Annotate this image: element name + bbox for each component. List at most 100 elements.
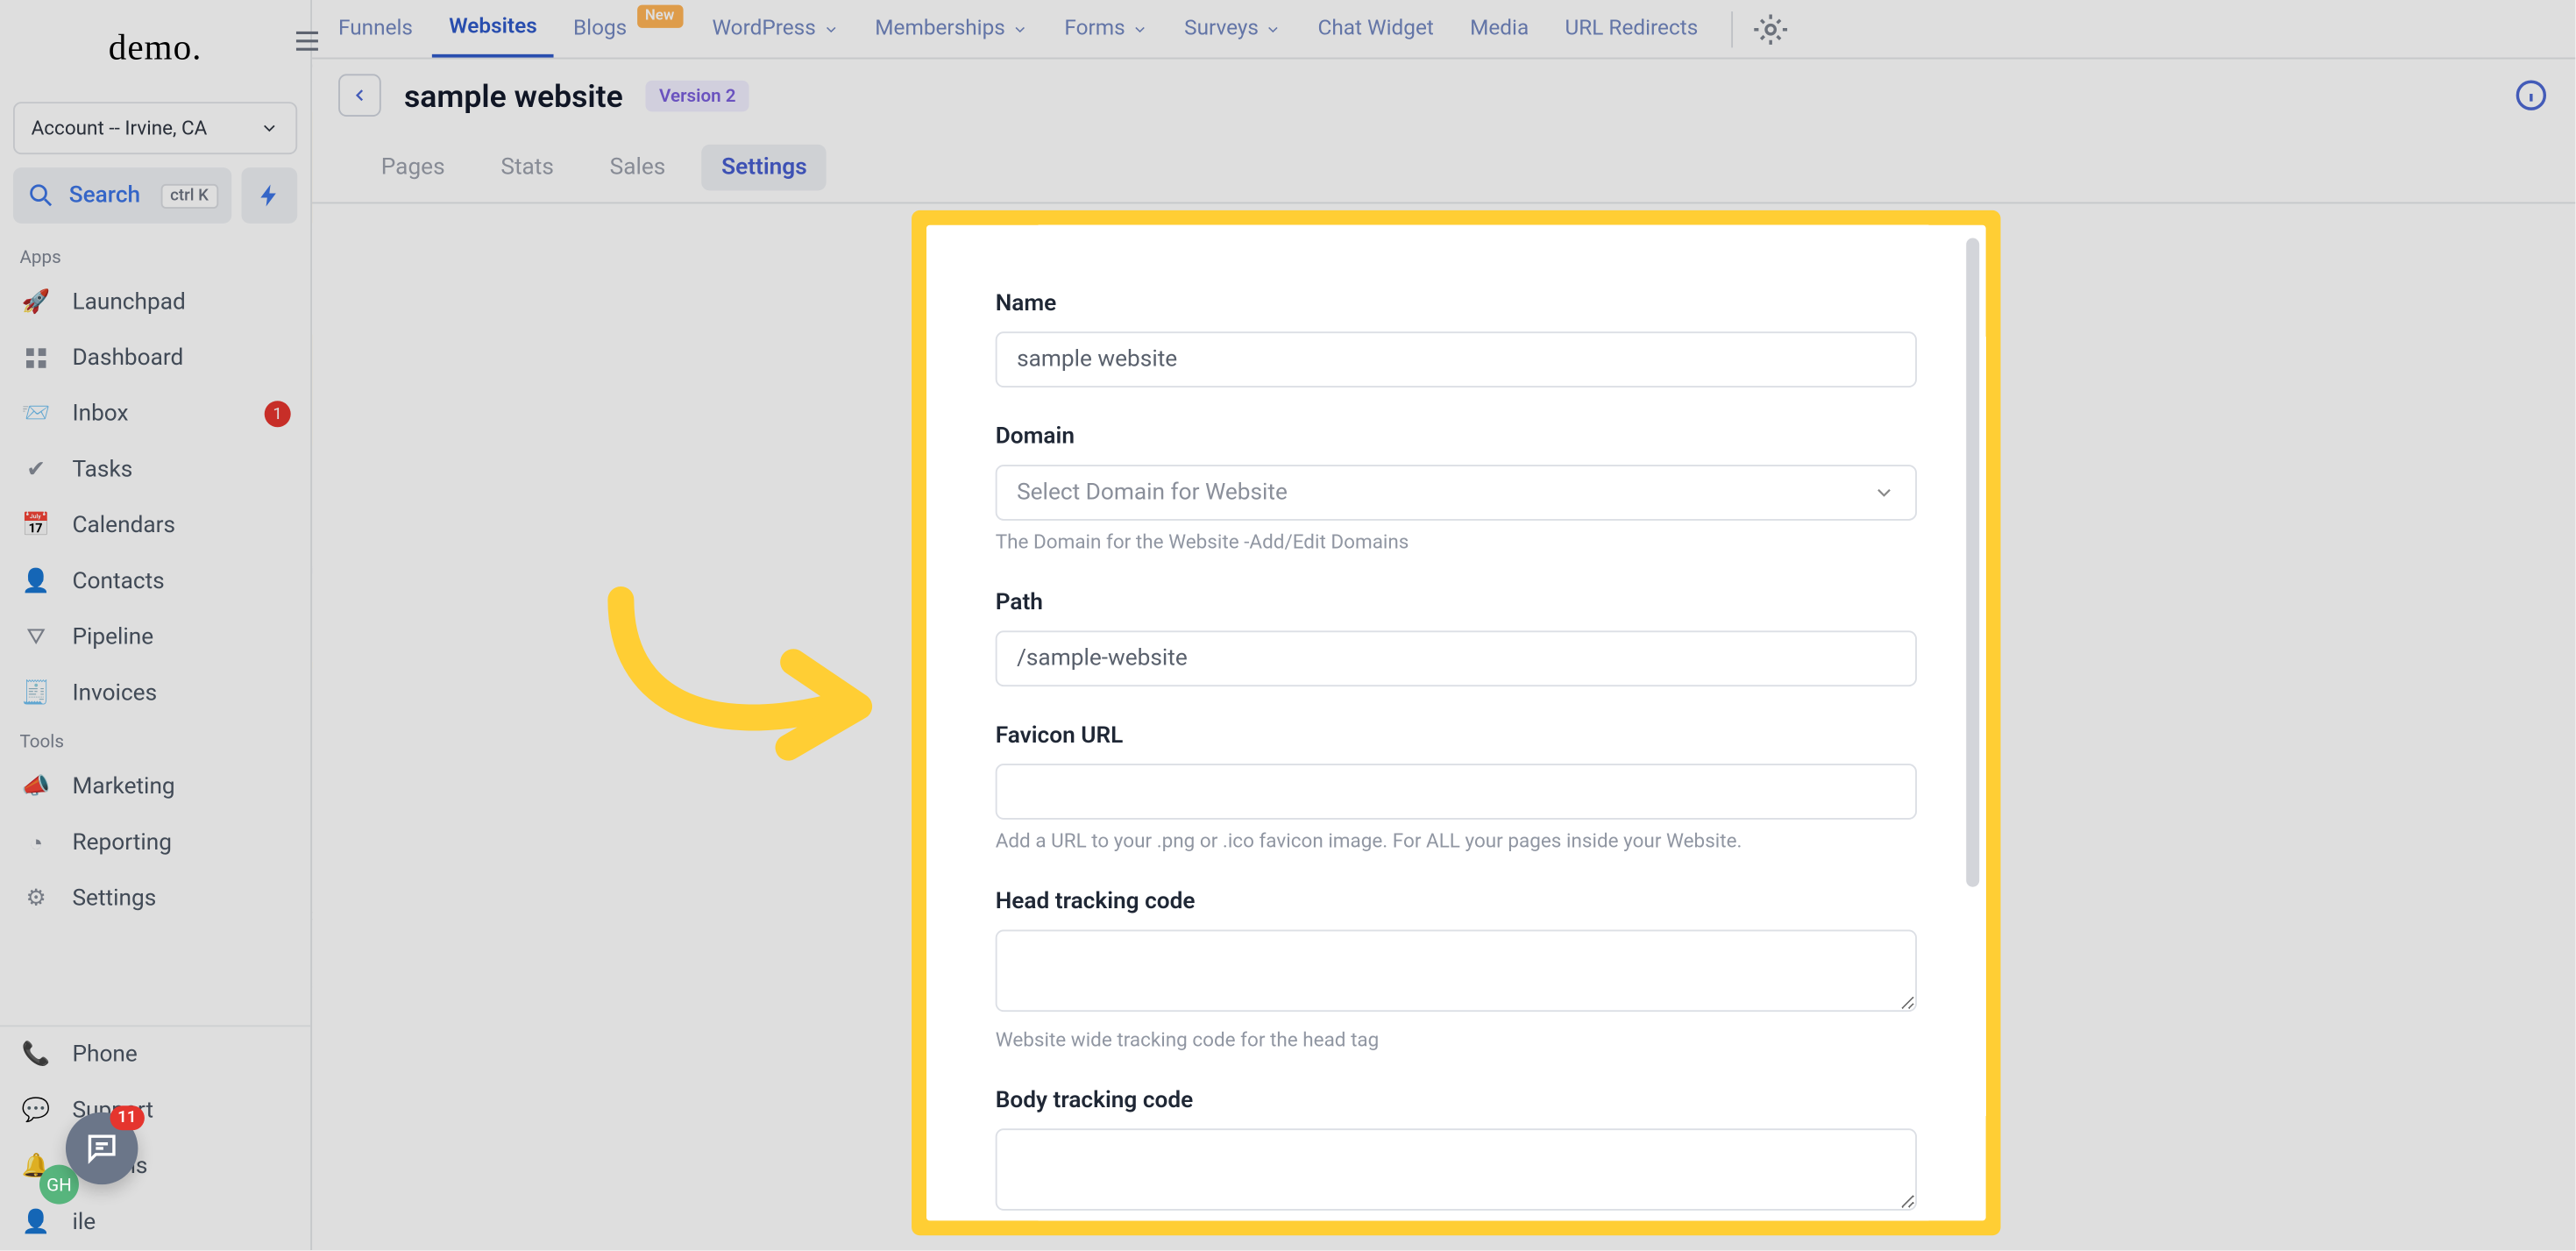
chevron-down-icon: [259, 118, 279, 138]
favicon-input[interactable]: [996, 764, 1917, 820]
sidebar-item-settings[interactable]: ⚙ Settings: [0, 871, 310, 927]
domain-help-link[interactable]: Add/Edit Domains: [1249, 530, 1409, 553]
scrollbar[interactable]: [1966, 238, 1979, 887]
sidebar-item-invoices[interactable]: 🧾 Invoices: [0, 665, 310, 721]
search-icon: [26, 181, 56, 210]
topnav-memberships[interactable]: Memberships: [859, 0, 1045, 58]
sidebar-item-support[interactable]: 💬 Support: [0, 1083, 310, 1139]
sidebar-item-label: Settings: [72, 885, 156, 912]
sidebar-item-label: Marketing: [72, 774, 174, 800]
chat-widget[interactable]: 11: [66, 1112, 138, 1184]
sidebar-item-label: Calendars: [72, 513, 175, 539]
sidebar-item-inbox[interactable]: 📨 Inbox 1: [0, 386, 310, 442]
name-label: Name: [996, 291, 1917, 317]
highlight-frame: Name Domain Select Domain for Website Th…: [912, 210, 2000, 1235]
gear-icon[interactable]: [1752, 11, 1788, 46]
subtab-sales[interactable]: Sales: [590, 144, 685, 189]
sidebar-item-label: Pipeline: [72, 624, 153, 650]
topnav-media[interactable]: Media: [1453, 0, 1545, 58]
check-icon: ✔: [19, 453, 52, 486]
sidebar-item-label: Invoices: [72, 680, 157, 707]
chevron-down-icon: [1011, 20, 1028, 37]
sidebar-item-contacts[interactable]: 👤 Contacts: [0, 554, 310, 610]
body-tracking-label: Body tracking code: [996, 1088, 1917, 1114]
topnav-chat-widget[interactable]: Chat Widget: [1302, 0, 1451, 58]
new-badge: New: [636, 4, 682, 27]
search-label: Search: [69, 182, 140, 209]
subtab-stats[interactable]: Stats: [481, 144, 574, 189]
inbox-badge: 1: [265, 401, 291, 427]
calendar-icon: 📅: [19, 509, 52, 542]
sidebar-item-profile[interactable]: 👤 ile: [0, 1194, 310, 1250]
chevron-down-icon: [1266, 20, 1282, 37]
sidebar-item-phone[interactable]: 📞 Phone: [0, 1027, 310, 1083]
topnav-websites[interactable]: Websites: [433, 0, 554, 58]
sidebar-item-dashboard[interactable]: Dashboard: [0, 331, 310, 387]
sidebar-item-label: Phone: [72, 1041, 137, 1068]
document-icon: 🧾: [19, 677, 52, 709]
topnav-url-redirects[interactable]: URL Redirects: [1549, 0, 1714, 58]
hamburger-icon: [291, 25, 323, 57]
sidebar-item-label: Tasks: [72, 457, 132, 483]
domain-help: The Domain for the Website -Add/Edit Dom…: [996, 530, 1917, 553]
chevron-down-icon: [1132, 20, 1148, 37]
sidebar-item-tasks[interactable]: ✔ Tasks: [0, 442, 310, 498]
path-label: Path: [996, 590, 1917, 616]
domain-select[interactable]: Select Domain for Website: [996, 465, 1917, 521]
topnav-surveys[interactable]: Surveys: [1167, 0, 1298, 58]
sidebar-item-reporting[interactable]: ◔ Reporting: [0, 815, 310, 871]
hamburger-button[interactable]: [282, 17, 331, 66]
head-tracking-input[interactable]: [996, 930, 1917, 1013]
subtab-pages[interactable]: Pages: [361, 144, 465, 189]
sidebar-item-label: Contacts: [72, 568, 164, 594]
sidebar: demo. Account -- Irvine, CA Search ctrl …: [0, 0, 312, 1250]
back-button[interactable]: [338, 74, 381, 117]
body-tracking-input[interactable]: [996, 1128, 1917, 1211]
sidebar-item-label: Launchpad: [72, 289, 185, 316]
logo: demo.: [0, 0, 310, 96]
top-nav: Funnels Websites Blogs New WordPress Mem…: [312, 0, 2575, 59]
subtabs: Pages Stats Sales Settings: [312, 131, 2575, 203]
inbox-icon: 📨: [19, 398, 52, 430]
path-input[interactable]: [996, 631, 1917, 687]
rocket-icon: 🚀: [19, 286, 52, 318]
topnav-wordpress[interactable]: WordPress: [696, 0, 855, 58]
chevron-down-icon: [822, 20, 839, 37]
search-button[interactable]: Search ctrl K: [13, 167, 231, 224]
chevron-down-icon: [1872, 481, 1895, 504]
side-group-tools: Tools: [0, 721, 310, 759]
head-tracking-help: Website wide tracking code for the head …: [996, 1028, 1917, 1051]
funnel-icon: ⛛: [19, 621, 52, 653]
topnav-blogs[interactable]: Blogs: [557, 0, 643, 58]
topnav-funnels[interactable]: Funnels: [322, 0, 429, 58]
name-input[interactable]: [996, 332, 1917, 388]
sidebar-item-calendars[interactable]: 📅 Calendars: [0, 498, 310, 554]
pie-icon: ◔: [19, 827, 52, 859]
sidebar-item-pipeline[interactable]: ⛛ Pipeline: [0, 609, 310, 665]
megaphone-icon: 📣: [19, 771, 52, 803]
version-badge: Version 2: [646, 80, 749, 111]
settings-panel: Name Domain Select Domain for Website Th…: [926, 225, 1986, 1221]
title-bar: sample website Version 2: [312, 59, 2575, 131]
favicon-help: Add a URL to your .png or .ico favicon i…: [996, 829, 1917, 852]
quick-action-button[interactable]: [241, 167, 297, 224]
domain-placeholder: Select Domain for Website: [1017, 480, 1288, 506]
topnav-forms[interactable]: Forms: [1048, 0, 1165, 58]
sidebar-item-marketing[interactable]: 📣 Marketing: [0, 759, 310, 815]
chevron-left-icon: [350, 85, 369, 104]
sidebar-item-label: Reporting: [72, 829, 171, 856]
favicon-label: Favicon URL: [996, 723, 1917, 750]
sidebar-item-label: Dashboard: [72, 345, 183, 372]
subtab-settings[interactable]: Settings: [702, 144, 827, 189]
person-icon: 👤: [19, 565, 52, 598]
sidebar-item-label: ile: [72, 1209, 96, 1235]
account-label: Account -- Irvine, CA: [32, 117, 208, 139]
page-title: sample website: [404, 76, 623, 114]
phone-icon: 📞: [19, 1038, 52, 1070]
account-selector[interactable]: Account -- Irvine, CA: [13, 102, 297, 154]
chat-icon: [84, 1130, 120, 1166]
sidebar-item-launchpad[interactable]: 🚀 Launchpad: [0, 274, 310, 331]
dots-icon: 💬: [19, 1094, 52, 1127]
info-icon[interactable]: [2513, 77, 2549, 113]
gear-icon: ⚙: [19, 882, 52, 914]
